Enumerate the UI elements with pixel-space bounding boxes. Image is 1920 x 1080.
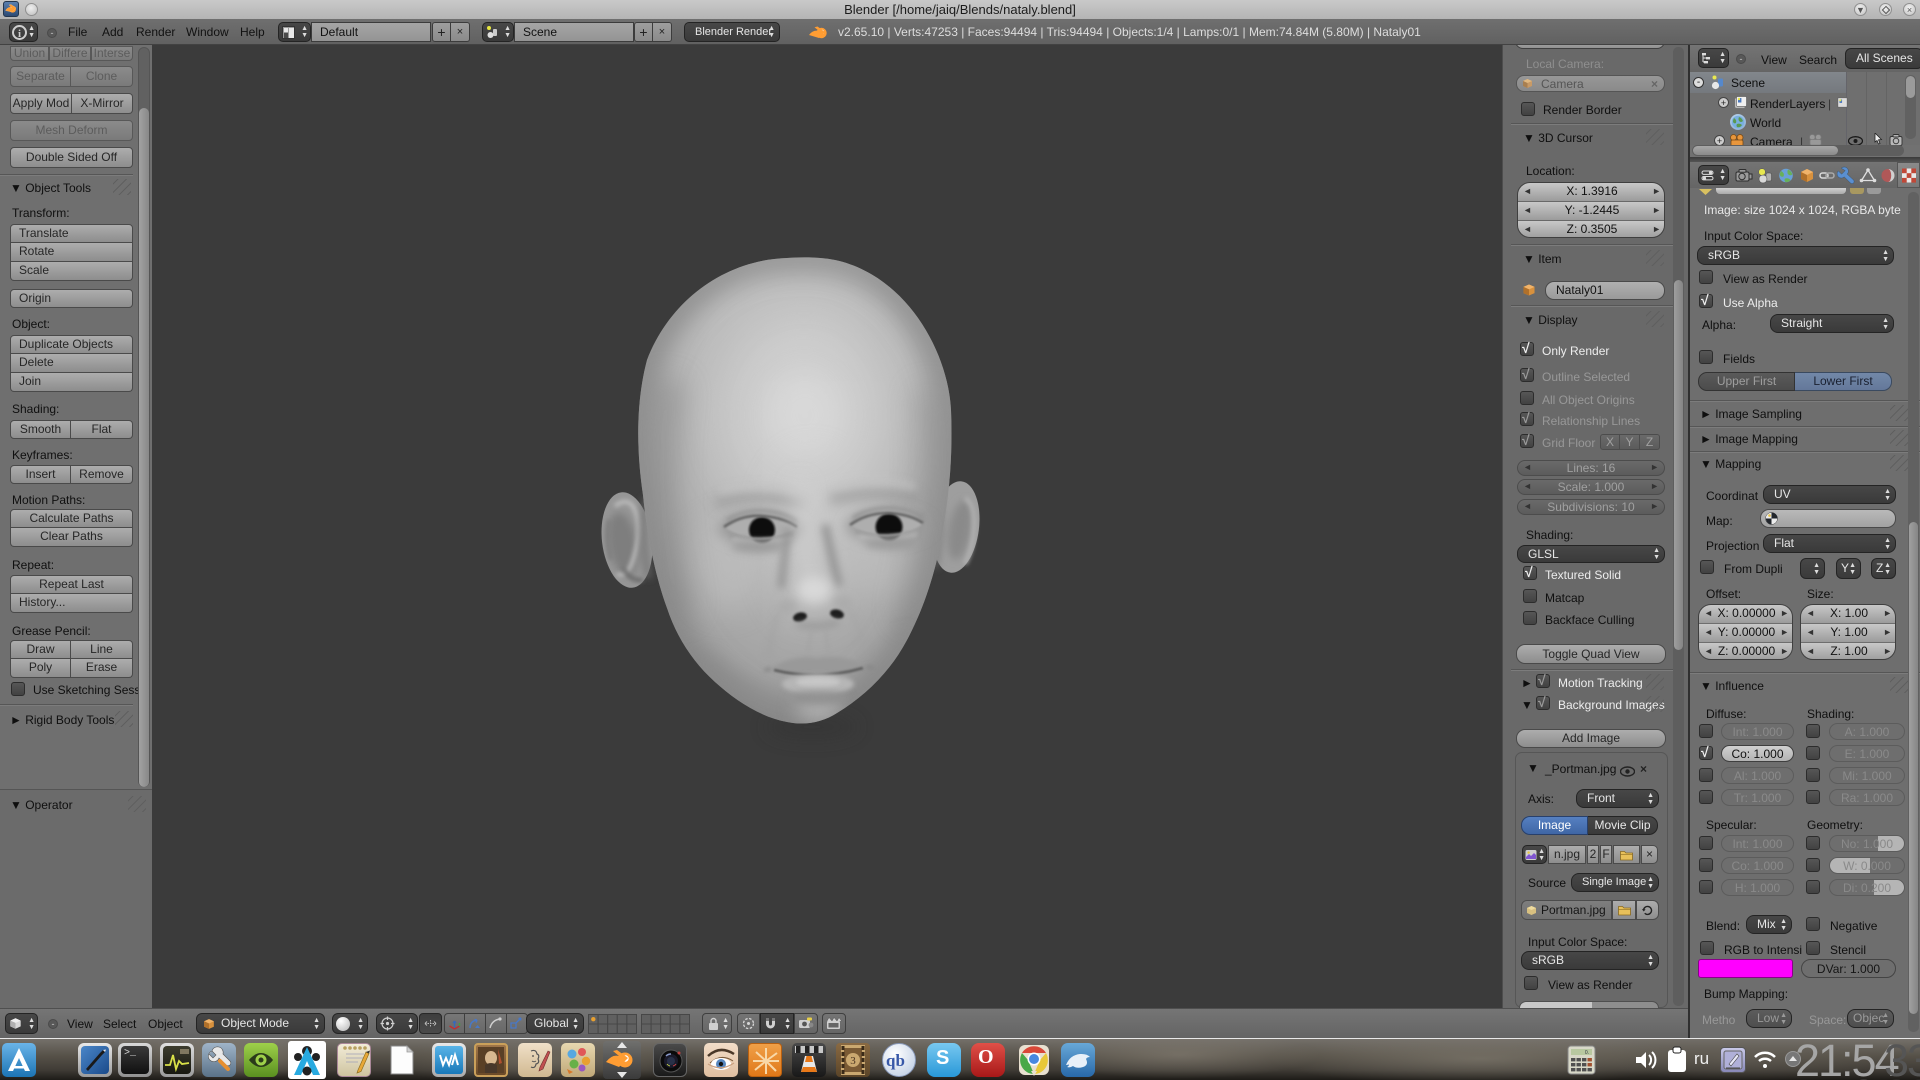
svg-text:3: 3 xyxy=(850,1055,856,1067)
svg-text:0.: 0. xyxy=(1585,1050,1589,1056)
